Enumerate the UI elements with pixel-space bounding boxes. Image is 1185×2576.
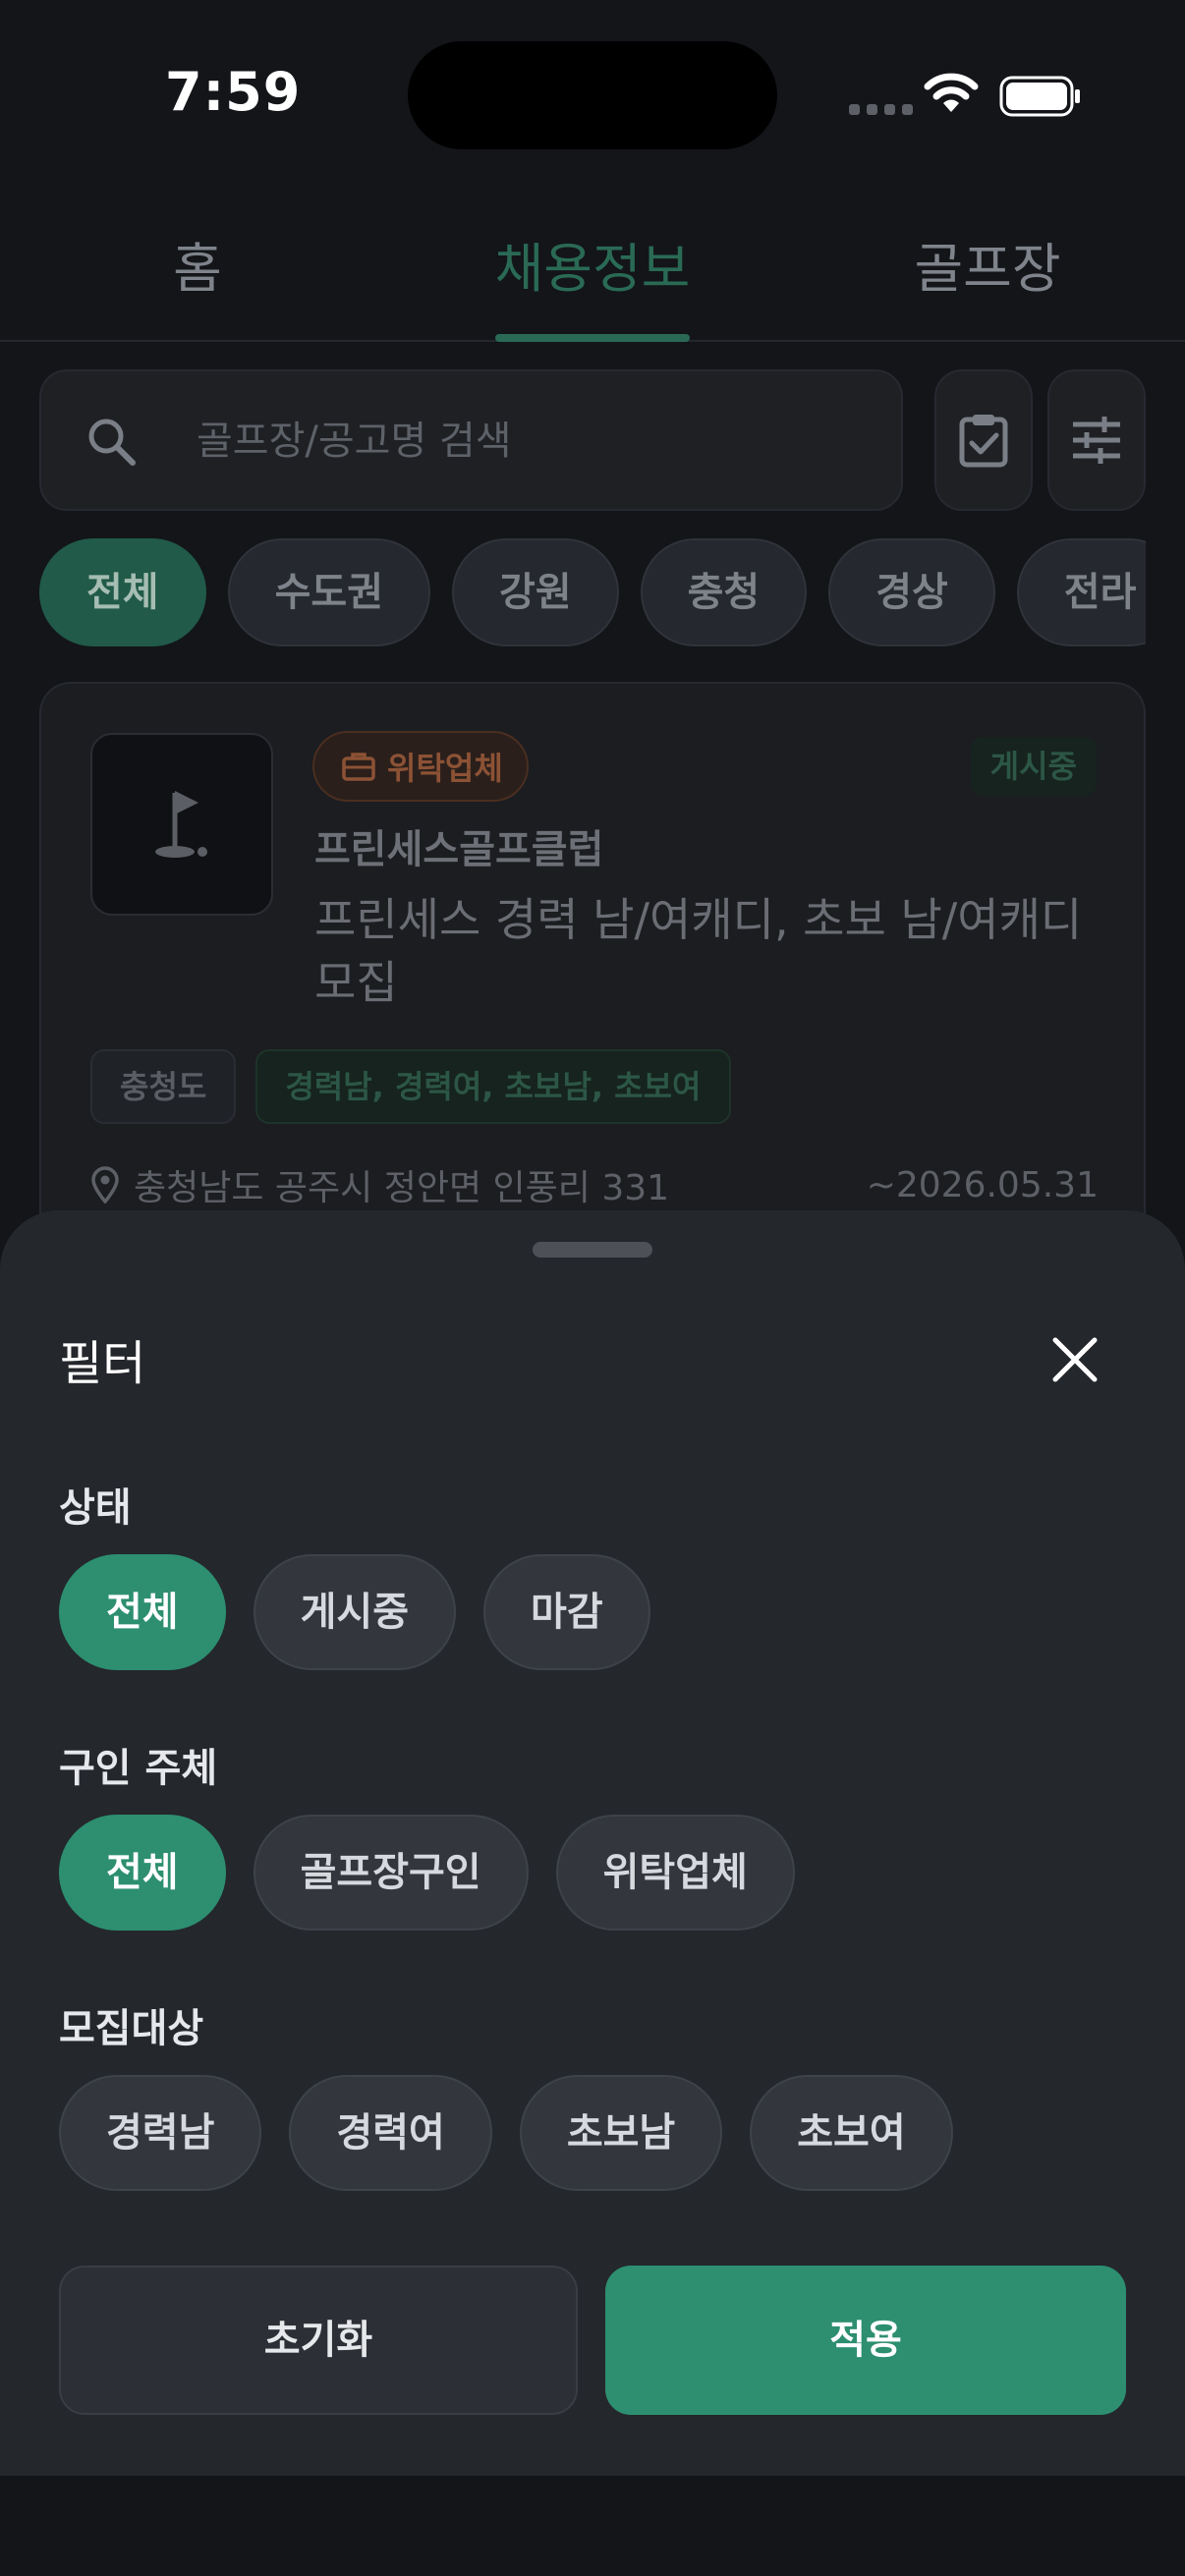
company-type-label: 위탁업체 bbox=[387, 750, 503, 787]
address: 충청남도 공주시 정안면 인풍리 331 bbox=[90, 1159, 669, 1210]
company-name: 프린세스골프클럽 bbox=[314, 827, 604, 872]
home-indicator-area bbox=[0, 2476, 1185, 2576]
status-bar: 7:59 bbox=[0, 0, 1185, 196]
dynamic-island bbox=[408, 41, 777, 149]
employer-option-golf-course[interactable]: 골프장구인 bbox=[253, 1815, 529, 1931]
search-row bbox=[39, 369, 1146, 511]
sheet-grabber[interactable] bbox=[533, 1242, 652, 1258]
deadline: ~2026.05.31 bbox=[866, 1164, 1099, 1205]
address-text: 충청남도 공주시 정안면 인풍리 331 bbox=[134, 1168, 670, 1208]
tab-home[interactable]: 홈 bbox=[0, 196, 395, 340]
target-option-experienced-female[interactable]: 경력여 bbox=[289, 2075, 492, 2191]
status-option-all[interactable]: 전체 bbox=[59, 1554, 226, 1670]
status-options: 전체 게시중 마감 bbox=[59, 1554, 650, 1670]
tab-golf-courses[interactable]: 골프장 bbox=[790, 196, 1185, 340]
status-time: 7:59 bbox=[165, 61, 302, 123]
region-filter-chips: 전체 수도권 강원 충청 경상 전라 bbox=[39, 538, 1146, 648]
region-chip-gangwon[interactable]: 강원 bbox=[452, 538, 619, 646]
status-section-label: 상태 bbox=[59, 1485, 132, 1531]
job-card[interactable]: 위탁업체 게시중 프린세스골프클럽 프린세스 경력 남/여캐디, 초보 남/여캐… bbox=[39, 682, 1146, 1271]
close-icon[interactable] bbox=[1049, 1334, 1100, 1385]
sheet-title: 필터 bbox=[59, 1336, 146, 1391]
target-option-beginner-female[interactable]: 초보여 bbox=[750, 2075, 953, 2191]
target-option-beginner-male[interactable]: 초보남 bbox=[519, 2075, 723, 2191]
region-chip-capital[interactable]: 수도권 bbox=[227, 538, 431, 646]
search-icon bbox=[88, 419, 136, 466]
sliders-icon bbox=[1073, 417, 1120, 464]
target-option-experienced-male[interactable]: 경력남 bbox=[59, 2075, 262, 2191]
status-option-open[interactable]: 게시중 bbox=[253, 1554, 457, 1670]
employer-option-all[interactable]: 전체 bbox=[59, 1815, 226, 1931]
employer-option-agency[interactable]: 위탁업체 bbox=[555, 1815, 795, 1931]
top-tab-bar: 홈 채용정보 골프장 bbox=[0, 196, 1185, 342]
briefcase-icon bbox=[342, 753, 375, 781]
location-pin-icon bbox=[91, 1166, 119, 1204]
wifi-icon bbox=[924, 73, 979, 112]
region-tag: 충청도 bbox=[90, 1049, 237, 1124]
employer-section-label: 구인 주체 bbox=[59, 1746, 218, 1791]
tab-jobs[interactable]: 채용정보 bbox=[395, 196, 790, 342]
search-box[interactable] bbox=[39, 369, 903, 511]
region-chip-jeolla[interactable]: 전라 bbox=[1016, 538, 1146, 646]
checklist-button[interactable] bbox=[934, 369, 1033, 511]
region-chip-all[interactable]: 전체 bbox=[39, 538, 206, 646]
target-tag: 경력남, 경력여, 초보남, 초보여 bbox=[255, 1049, 731, 1124]
search-input[interactable] bbox=[197, 411, 865, 472]
filter-bottom-sheet: 필터 상태 전체 게시중 마감 구인 주체 전체 골프장구인 위탁업체 모집대상… bbox=[0, 1210, 1185, 2476]
golf-flag-icon bbox=[155, 791, 207, 858]
employer-options: 전체 골프장구인 위탁업체 bbox=[59, 1815, 795, 1931]
region-chip-gyeongsang[interactable]: 경상 bbox=[828, 538, 995, 646]
job-tags: 충청도 경력남, 경력여, 초보남, 초보여 bbox=[90, 1049, 731, 1124]
region-chip-chungcheong[interactable]: 충청 bbox=[640, 538, 808, 646]
card-footer: 충청남도 공주시 정안면 인풍리 331 ~2026.05.31 bbox=[90, 1159, 1099, 1210]
company-type-badge: 위탁업체 bbox=[312, 731, 529, 802]
clipboard-check-icon bbox=[959, 415, 1008, 468]
battery-icon bbox=[999, 76, 1080, 117]
status-option-closed[interactable]: 마감 bbox=[483, 1554, 650, 1670]
apply-button[interactable]: 적용 bbox=[605, 2266, 1126, 2415]
reset-button[interactable]: 초기화 bbox=[59, 2266, 578, 2415]
cellular-signal-icon bbox=[849, 104, 913, 115]
company-logo bbox=[90, 733, 273, 916]
job-title: 프린세스 경력 남/여캐디, 초보 남/여캐디 모집 bbox=[314, 893, 1083, 1009]
status-badge: 게시중 bbox=[970, 737, 1097, 796]
target-section-label: 모집대상 bbox=[59, 2006, 204, 2051]
filter-button[interactable] bbox=[1047, 369, 1146, 511]
target-options: 경력남 경력여 초보남 초보여 bbox=[59, 2075, 953, 2191]
